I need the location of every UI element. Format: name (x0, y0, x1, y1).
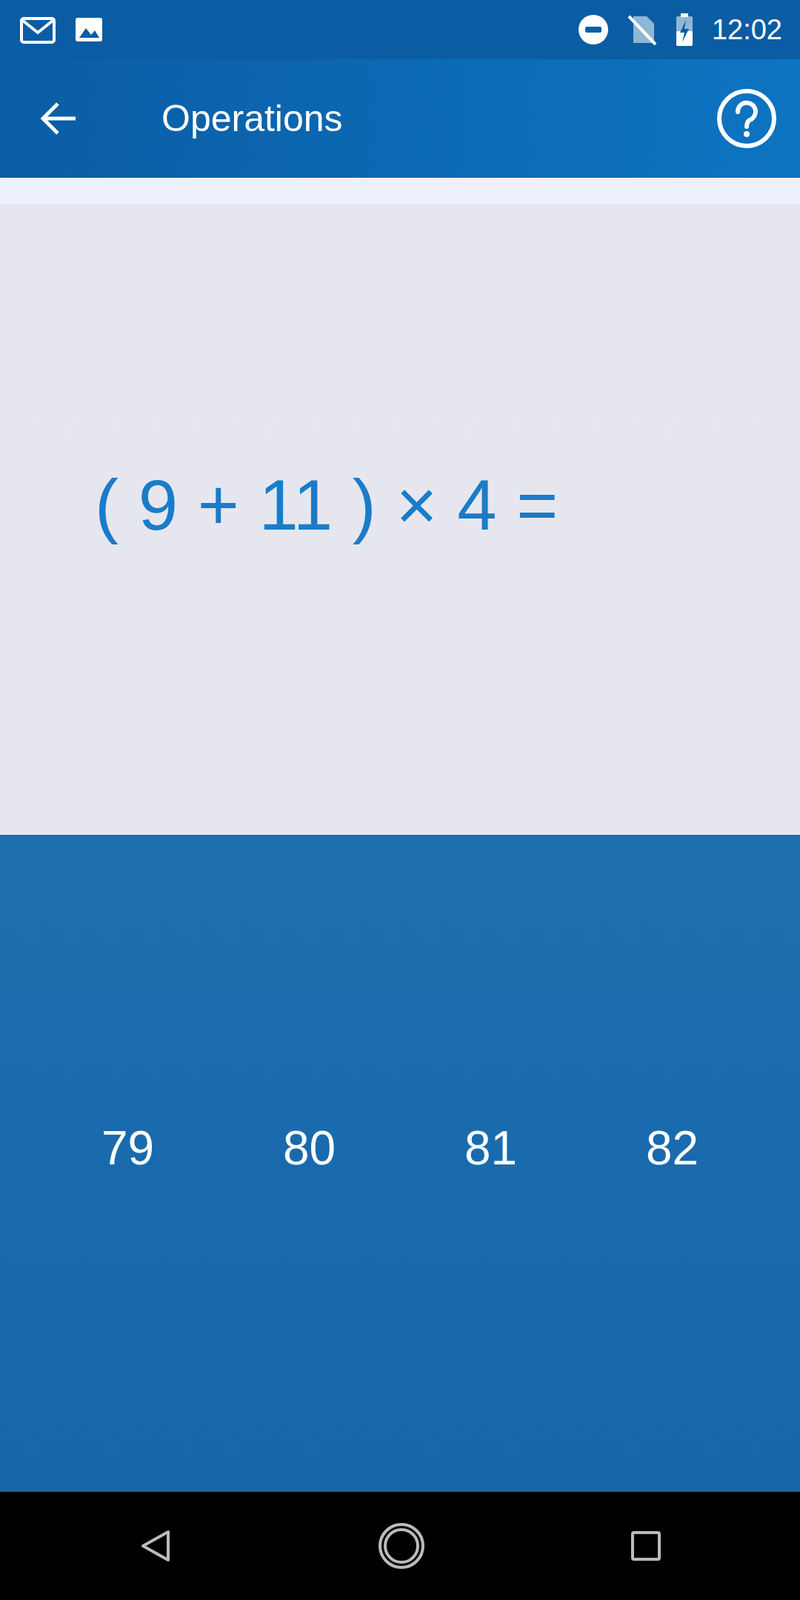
status-icons-right: 12:02 (577, 12, 783, 47)
back-arrow-icon[interactable] (38, 97, 80, 140)
question-panel: ( 9 + 11 ) × 4 = (0, 204, 800, 835)
answer-option[interactable]: 80 (218, 1105, 400, 1192)
image-icon (74, 14, 104, 45)
no-sim-icon (627, 13, 658, 46)
nav-recents-icon[interactable] (628, 1528, 663, 1563)
help-icon[interactable] (715, 87, 778, 150)
do-not-disturb-icon (577, 13, 610, 46)
status-bar: 12:02 (0, 0, 800, 60)
answers-panel: 79808182 (0, 834, 800, 1492)
navigation-bar (0, 1491, 800, 1600)
nav-back-icon[interactable] (137, 1527, 175, 1565)
question-expression: ( 9 + 11 ) × 4 = (94, 462, 558, 548)
app-bar: Operations (0, 59, 800, 178)
mail-icon (19, 14, 57, 45)
status-time: 12:02 (711, 15, 783, 44)
header-strip (0, 177, 800, 205)
answer-option[interactable]: 82 (581, 1105, 763, 1192)
screen-title: Operations (161, 96, 716, 141)
answer-option[interactable]: 81 (400, 1105, 582, 1192)
battery-icon (674, 12, 695, 47)
nav-home-icon[interactable] (377, 1521, 426, 1571)
status-icons-left (19, 14, 104, 45)
answer-option[interactable]: 79 (37, 1105, 219, 1192)
